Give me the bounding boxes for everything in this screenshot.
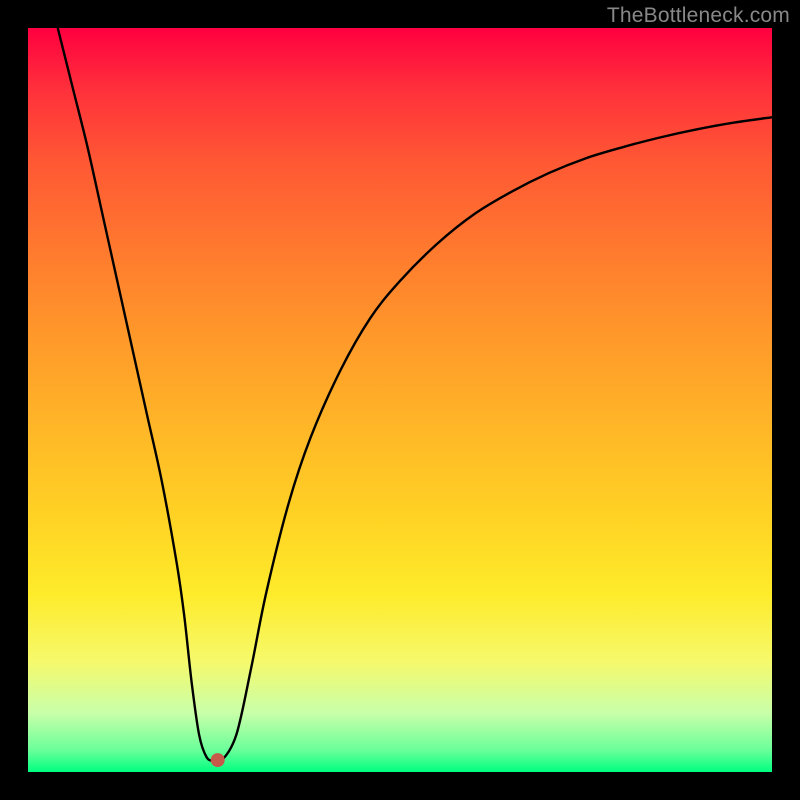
optimum-marker <box>211 753 225 767</box>
chart-frame: TheBottleneck.com <box>0 0 800 800</box>
bottleneck-curve <box>58 28 772 763</box>
bottleneck-curve-layer <box>28 28 772 772</box>
watermark-text: TheBottleneck.com <box>607 4 790 28</box>
plot-area <box>28 28 772 772</box>
